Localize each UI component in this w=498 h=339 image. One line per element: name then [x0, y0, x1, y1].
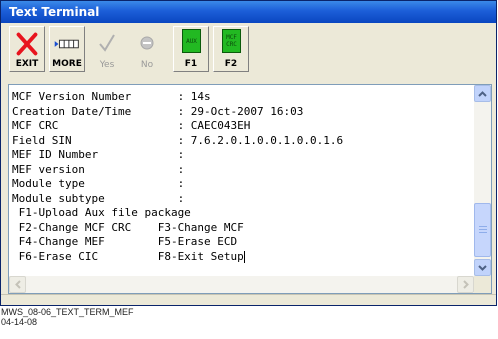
f1-button[interactable]: AUX F1: [173, 26, 209, 72]
more-button[interactable]: MORE: [49, 26, 85, 72]
title-bar[interactable]: Text Terminal: [1, 1, 496, 23]
more-label: MORE: [52, 59, 82, 69]
chevron-left-icon: [14, 280, 21, 289]
terminal-area[interactable]: MCF Version Number : 14s Creation Date/T…: [8, 84, 492, 294]
f1-icon-text: AUX: [186, 38, 197, 45]
terminal-line: MCF CRC : CAEC043EH: [12, 119, 251, 132]
yes-label: Yes: [99, 60, 115, 70]
f2-icon-line2: CRC: [226, 41, 237, 48]
horizontal-scrollbar[interactable]: [9, 276, 474, 293]
chevron-right-icon: [462, 280, 469, 289]
red-x-icon: [16, 32, 38, 56]
minus-circle-icon: [140, 36, 154, 50]
f1-label: F1: [184, 59, 198, 69]
f2-icon-line1: MCF: [226, 34, 237, 41]
f2-label: F2: [224, 59, 238, 69]
status-bar: [1, 294, 496, 305]
chevron-down-icon: [478, 264, 487, 271]
text-cursor: [243, 250, 245, 263]
chevron-up-icon: [478, 90, 487, 97]
terminal-line: Module type :: [12, 177, 185, 190]
terminal-line: Creation Date/Time : 29-Oct-2007 16:03: [12, 104, 304, 118]
scroll-up-button[interactable]: [474, 85, 491, 102]
mcf-crc-chip-icon: MCF CRC: [222, 29, 241, 53]
terminal-line: Module subtype :: [12, 191, 185, 205]
no-label: No: [140, 60, 154, 70]
checkmark-icon: [99, 34, 115, 52]
exit-button[interactable]: EXIT: [9, 26, 45, 72]
figure-caption: MWS_08-06_TEXT_TERM_MEF 04-14-08: [1, 307, 134, 327]
terminal-line: MEF ID Number :: [12, 148, 185, 161]
caption-line-1: MWS_08-06_TEXT_TERM_MEF: [1, 307, 134, 317]
caption-line-2: 04-14-08: [1, 317, 38, 327]
terminal-line-last: F6-Erase CIC F8-Exit Setup: [12, 250, 474, 265]
toolbar: EXIT MORE Yes No AUX F1 MCF CRC F2: [1, 23, 496, 77]
terminal-line: MCF Version Number : 14s: [12, 90, 211, 103]
yes-button[interactable]: Yes: [89, 26, 125, 72]
terminal-line: Field SIN : 7.6.2.0.1.0.0.1.0.0.1.6: [12, 133, 344, 147]
more-keys-icon: [54, 39, 79, 49]
scroll-corner: [474, 276, 491, 293]
no-button[interactable]: No: [129, 26, 165, 72]
text-terminal-window: Text Terminal EXIT MORE Yes No AUX F1 MC…: [0, 0, 497, 306]
scroll-left-button[interactable]: [9, 276, 26, 293]
aux-chip-icon: AUX: [182, 29, 201, 53]
terminal-line: F4-Change MEF F5-Erase ECD: [12, 235, 238, 248]
terminal-line-text: F6-Erase CIC F8-Exit Setup: [12, 249, 244, 263]
window-title: Text Terminal: [9, 5, 100, 19]
terminal-line: MEF version :: [12, 162, 185, 176]
terminal-line: F1-Upload Aux file package: [12, 206, 191, 219]
f2-button[interactable]: MCF CRC F2: [213, 26, 249, 72]
scroll-down-button[interactable]: [474, 259, 491, 276]
terminal-line: F2-Change MCF CRC F3-Change MCF: [12, 220, 244, 234]
vertical-scroll-thumb[interactable]: [474, 203, 491, 257]
terminal-text[interactable]: MCF Version Number : 14s Creation Date/T…: [12, 90, 474, 270]
scroll-right-button[interactable]: [457, 276, 474, 293]
vertical-scrollbar[interactable]: [474, 85, 491, 276]
exit-label: EXIT: [15, 59, 39, 69]
